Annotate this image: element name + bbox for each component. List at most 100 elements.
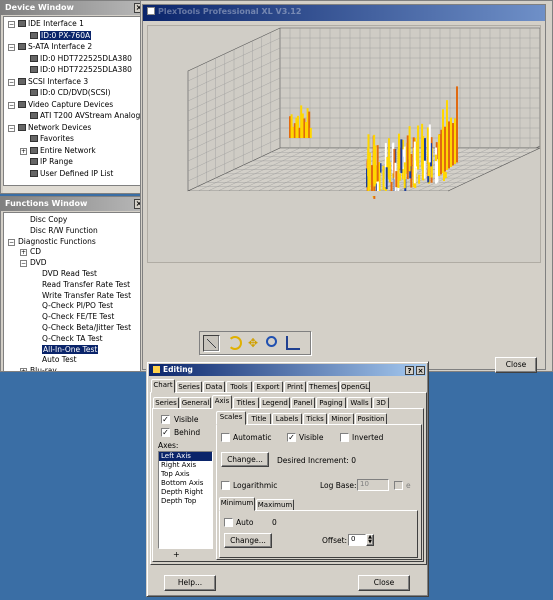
tree-item-label: S-ATA Interface 2 — [28, 42, 93, 51]
expander-icon[interactable]: − — [8, 21, 15, 28]
desired-increment-label: Desired Increment: 0 — [277, 456, 356, 465]
inverted-checkbox[interactable] — [340, 433, 349, 442]
behind-checkbox[interactable]: ✓ — [161, 428, 170, 437]
tree-item[interactable]: DVD Read Test — [32, 269, 97, 280]
tree-item[interactable]: Q-Check FE/TE Test — [32, 312, 114, 323]
editing-close-button[interactable]: Close — [358, 575, 410, 591]
axis-list-item[interactable]: Depth Right — [159, 488, 212, 497]
chart-icon — [153, 366, 160, 373]
tree-item[interactable]: Favorites — [20, 134, 74, 145]
surface-bar — [442, 109, 444, 173]
axis-list-item[interactable]: Depth Top — [159, 497, 212, 506]
tree-item[interactable]: ID:0 HDT722525DLA380 — [20, 65, 132, 76]
auto-checkbox[interactable] — [224, 518, 233, 527]
tree-item[interactable]: Write Transfer Rate Test — [32, 291, 131, 302]
tree-item[interactable]: − Video Capture Devices — [8, 100, 113, 111]
expander-icon[interactable]: + — [20, 368, 27, 371]
surface-bar — [421, 163, 424, 180]
axis-list-item[interactable]: Top Axis — [159, 470, 212, 479]
log-base-input[interactable]: 10 — [357, 479, 389, 491]
main-window: PlexTools Professional XL V3.12 ✥ Close — [142, 4, 546, 373]
tree-item[interactable]: − IDE Interface 1 — [8, 19, 84, 30]
tree-item[interactable]: − SCSI Interface 3 — [8, 77, 88, 88]
tree-item[interactable]: Auto Test — [32, 355, 77, 366]
tree-item[interactable]: − Network Devices — [8, 123, 91, 134]
e-checkbox[interactable] — [394, 481, 403, 490]
help-icon[interactable]: ? — [405, 366, 414, 375]
axis-list-item[interactable]: Left Axis — [159, 452, 212, 461]
horizontal-scrollbar[interactable] — [3, 185, 145, 193]
axis-list-item[interactable]: Bottom Axis — [159, 479, 212, 488]
network-icon — [30, 158, 38, 165]
tree-item[interactable]: IP Range — [20, 157, 73, 168]
tree-item[interactable]: − DVD — [20, 258, 47, 269]
tree-item[interactable]: Disc Copy — [20, 215, 67, 226]
tab-scales[interactable]: Scales — [216, 411, 246, 425]
expander-icon[interactable]: − — [8, 124, 15, 132]
main-window-title: PlexTools Professional XL V3.12 — [143, 5, 545, 21]
axis-tab-page: ✓ Visible ✓ Behind Axes: Left Axis Right … — [152, 408, 424, 562]
close-button[interactable]: Close — [495, 357, 537, 373]
automatic-checkbox[interactable] — [221, 433, 230, 442]
logarithmic-checkbox[interactable] — [221, 481, 230, 490]
zoom-icon[interactable] — [266, 336, 277, 347]
tree-item[interactable]: ID:0 HDT722525DLA380 — [20, 54, 132, 65]
expander-icon[interactable]: − — [8, 238, 15, 246]
tree-item[interactable]: − Diagnostic Functions — [8, 237, 96, 248]
change-button[interactable]: Change... — [221, 452, 269, 467]
auto-label: Auto — [236, 518, 254, 527]
tree-item[interactable]: Q-Check TA Test — [32, 334, 103, 345]
tree-item[interactable]: + Blu-ray — [20, 366, 57, 371]
expander-icon[interactable]: − — [8, 44, 15, 51]
depth-icon[interactable] — [286, 336, 300, 350]
move-icon[interactable]: ✥ — [246, 336, 260, 350]
tree-item[interactable]: Q-Check PI/PO Test — [32, 301, 113, 312]
expander-icon[interactable]: − — [8, 101, 15, 109]
tab-minimum[interactable]: Minimum — [219, 497, 255, 511]
expander-icon[interactable]: − — [8, 78, 15, 86]
offset-spinner[interactable]: ▲ ▼ — [366, 534, 374, 546]
tree-item-label: ID:0 HDT722525DLA380 — [40, 53, 132, 63]
surface-bar — [448, 121, 450, 169]
axis-list-item[interactable]: Right Axis — [159, 461, 212, 470]
add-axis-button[interactable]: + — [173, 550, 180, 559]
surface-bar — [435, 147, 438, 184]
tree-item[interactable]: ID:0 PX-760A — [20, 30, 92, 42]
scale-visible-checkbox[interactable]: ✓ — [287, 433, 296, 442]
chart-area[interactable] — [147, 25, 541, 263]
surface-bar — [376, 145, 379, 182]
app-icon — [147, 7, 155, 15]
rotate-icon[interactable] — [228, 336, 242, 350]
tree-item[interactable]: ATI T200 AVStream Analog — [20, 111, 140, 122]
tree-item[interactable]: Read Transfer Rate Test — [32, 280, 130, 291]
tree-item[interactable]: − S-ATA Interface 2 — [8, 42, 92, 53]
tree-item[interactable]: All-In-One Test — [32, 344, 99, 356]
tree-item[interactable]: + Entire Network — [20, 146, 96, 157]
surface-bar — [395, 171, 398, 188]
tree-item[interactable]: User Defined IP List — [20, 169, 113, 180]
axes-listbox[interactable]: Left Axis Right Axis Top Axis Bottom Axis De… — [158, 451, 213, 549]
tree-item[interactable]: ID:0 CD/DVD(SCSI) — [20, 88, 111, 99]
tree-item[interactable]: Disc R/W Function — [20, 226, 98, 237]
tree-item-label: SCSI Interface 3 — [28, 76, 89, 86]
surface-bar — [416, 141, 419, 167]
network-icon — [18, 123, 26, 131]
expander-icon[interactable]: + — [20, 249, 27, 257]
pointer-icon[interactable] — [203, 335, 220, 352]
help-button[interactable]: Help... — [164, 575, 216, 591]
tree-item[interactable]: + CD — [20, 247, 41, 258]
offset-input[interactable]: 0 — [348, 534, 366, 546]
surface-bar — [440, 135, 442, 175]
expander-icon[interactable]: − — [20, 260, 27, 268]
tab-chart[interactable]: Chart — [151, 379, 175, 393]
tree-item[interactable]: Q-Check Beta/Jitter Test — [32, 323, 131, 334]
surface-bar — [406, 135, 409, 180]
close-icon[interactable]: × — [416, 366, 425, 375]
expander-icon[interactable]: + — [20, 147, 27, 155]
tree-item-label: ID:0 PX-760A — [40, 30, 92, 40]
minimum-change-button[interactable]: Change... — [224, 533, 272, 548]
tab-axis[interactable]: Axis — [212, 395, 232, 409]
editing-title-bar: Editing — [149, 364, 426, 376]
tree-item-label: Entire Network — [40, 145, 96, 155]
visible-checkbox[interactable]: ✓ — [161, 415, 170, 424]
